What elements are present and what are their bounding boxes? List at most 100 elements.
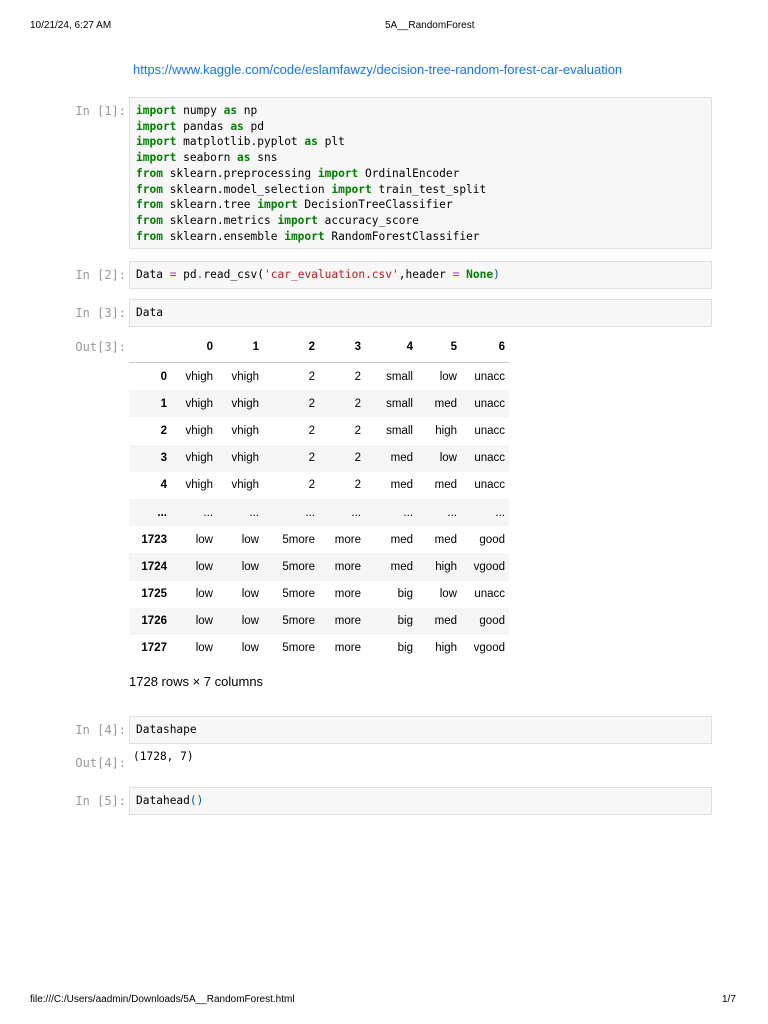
cell-value: low [241, 533, 259, 546]
table-cell: low [217, 581, 263, 608]
code-cell-1[interactable]: import numpy as np import pandas as pd imp… [129, 97, 712, 249]
column-header: 6 [461, 336, 509, 363]
table-cell: high [417, 635, 461, 662]
cell-value: big [397, 615, 413, 628]
row-index: 4 [129, 472, 171, 499]
table-row: 1 vhigh vhigh 2 2 small med unacc [129, 390, 509, 418]
keyword: from [136, 229, 163, 243]
table-cell: unacc [461, 417, 509, 444]
cell-value: 2 [354, 424, 361, 437]
table-cell: med [417, 526, 461, 553]
table-cell: ... [263, 499, 319, 526]
code: train_test_split [371, 182, 487, 196]
code: RandomForestClassifier [324, 229, 480, 243]
table-row: 1727 low low 5more more big high vgood [129, 635, 509, 662]
cell-value: 5more [282, 533, 315, 546]
cell-value: ... [305, 506, 315, 519]
cell-value: 1724 [141, 560, 167, 573]
table-header-row: 0 1 2 3 4 5 6 [129, 336, 509, 363]
table-row: 1725 low low 5more more big low unacc [129, 581, 509, 608]
code: seaborn [176, 151, 238, 165]
cell-value: low [439, 370, 457, 383]
table-cell: 2 [319, 363, 365, 391]
row-index: 0 [129, 363, 171, 391]
cell-1-prompt: In [1]: [75, 104, 126, 118]
table-cell: high [417, 553, 461, 580]
code-cell-5[interactable]: Datahead() [129, 787, 712, 815]
table-cell: 2 [263, 363, 319, 391]
code-line: from sklearn.metrics import accuracy_sco… [136, 213, 705, 229]
table-cell: low [217, 608, 263, 635]
cell-value: ... [403, 506, 413, 519]
column-header: 2 [263, 336, 319, 363]
cell-value: vgood [473, 560, 505, 573]
table-cell: vhigh [217, 363, 263, 391]
table-dimensions: 1728 rows × 7 columns [129, 674, 264, 689]
cell-value: unacc [474, 452, 505, 465]
out-3-prompt: Out[3]: [75, 340, 126, 354]
cell-value: vhigh [231, 452, 260, 465]
table-cell: med [365, 472, 417, 499]
cell-value: 2 [308, 370, 315, 383]
cell-value: 3 [160, 452, 167, 465]
table-row: 1724 low low 5more more med high vgood [129, 553, 509, 581]
cell-value: ... [203, 506, 213, 519]
code-line: import pandas as pd [136, 119, 705, 135]
table-cell: med [365, 445, 417, 472]
keyword: from [136, 198, 163, 212]
cell-value: 2 [308, 479, 315, 492]
keyword: import [277, 213, 318, 227]
table-cell: vgood [461, 553, 509, 580]
kaggle-link[interactable]: https://www.kaggle.com/code/eslamfawzy/d… [133, 62, 622, 77]
cell-value: more [334, 642, 361, 655]
column-header: 1 [217, 336, 263, 363]
cell-value: good [479, 615, 505, 628]
table-cell: vhigh [171, 363, 217, 391]
code: np [237, 104, 258, 117]
cell-value: low [195, 615, 213, 628]
table-cell: low [171, 608, 217, 635]
column-header-label: 2 [308, 340, 315, 353]
code: Data [136, 794, 163, 807]
code-line: from sklearn.tree import DecisionTreeCla… [136, 197, 705, 213]
cell-value: unacc [474, 424, 505, 437]
cell-value: low [195, 642, 213, 655]
table-cell: 2 [263, 417, 319, 444]
row-index: 1725 [129, 581, 171, 608]
row-index: 1724 [129, 553, 171, 580]
cell-value: vhigh [185, 397, 214, 410]
cell-value: big [397, 642, 413, 655]
table-cell: 2 [263, 445, 319, 472]
cell-value: 5more [282, 642, 315, 655]
keyword: import [136, 135, 177, 149]
cell-value: vhigh [231, 397, 260, 410]
row-index: 1726 [129, 608, 171, 635]
table-cell: small [365, 363, 417, 391]
table-cell: vhigh [217, 445, 263, 472]
cell-value: 1723 [141, 533, 167, 546]
table-cell: low [171, 635, 217, 662]
table-cell: 5more [263, 635, 319, 662]
column-header: 3 [319, 336, 365, 363]
keyword: None [466, 268, 494, 281]
table-row: 0 vhigh vhigh 2 2 small low unacc [129, 363, 509, 391]
code-line: import numpy as np [136, 103, 705, 119]
cell-value: vhigh [185, 424, 214, 437]
cell-value: vhigh [231, 424, 260, 437]
code-cell-2[interactable]: Data = pd.read_csv('car_evaluation.csv',… [129, 261, 712, 289]
print-file-path: file:///C:/Users/aadmin/Downloads/5A__Ra… [30, 994, 295, 1005]
column-header-label: 6 [498, 340, 505, 353]
cell-value: ... [157, 506, 167, 519]
code: ,header [398, 268, 453, 281]
out-4-prompt: Out[4]: [75, 756, 126, 770]
code-cell-3[interactable]: Data [129, 299, 712, 327]
table-cell: good [461, 608, 509, 635]
cell-value: low [241, 615, 259, 628]
print-title: 5A__RandomForest [385, 20, 475, 31]
cell-value: 2 [354, 479, 361, 492]
code: matplotlib.pyplot [176, 135, 305, 149]
cell-value: low [195, 533, 213, 546]
table-cell: med [365, 526, 417, 553]
code-cell-4[interactable]: Datashape [129, 716, 712, 744]
string-literal: 'car_evaluation.csv' [264, 268, 399, 281]
